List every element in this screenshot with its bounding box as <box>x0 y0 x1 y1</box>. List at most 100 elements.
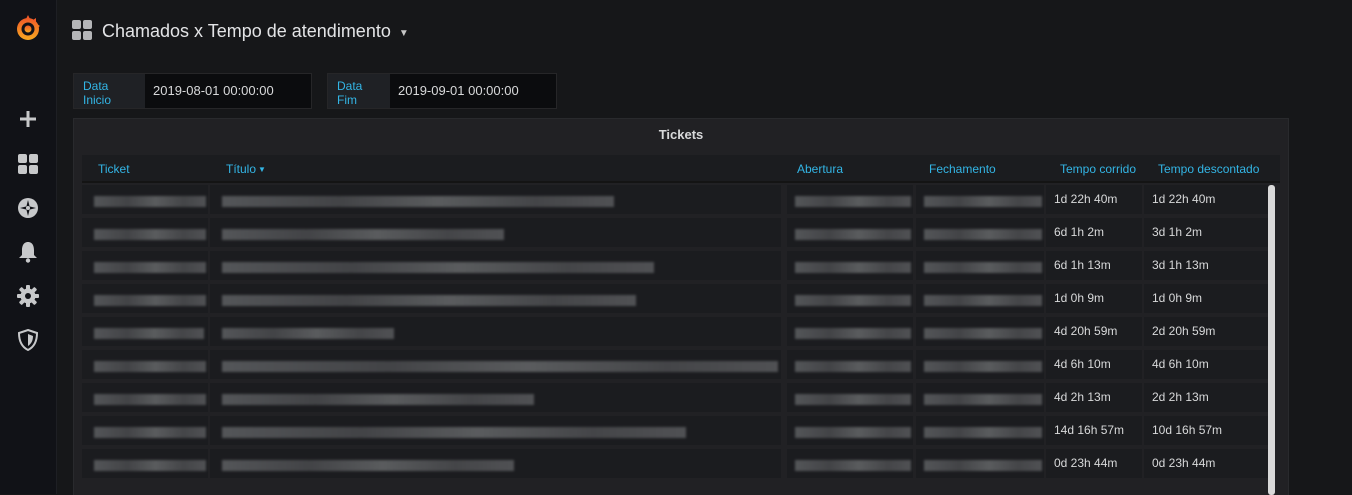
data-fim-input[interactable] <box>390 74 556 106</box>
cell-tempo-descontado: 3d 1h 13m <box>1144 251 1268 280</box>
column-header-titulo[interactable]: Título ▼ <box>226 162 266 176</box>
redacted-text-blur <box>222 328 394 339</box>
panel-title[interactable]: Tickets <box>74 127 1288 142</box>
cell-abertura-redacted <box>787 185 913 214</box>
table-row[interactable]: 4d 20h 59m 2d 20h 59m <box>82 315 1268 348</box>
cell-fechamento-redacted <box>916 251 1044 280</box>
column-header-fechamento[interactable]: Fechamento <box>929 162 996 176</box>
cell-abertura-redacted <box>787 383 913 412</box>
cell-abertura-redacted <box>787 317 913 346</box>
cell-titulo-redacted <box>210 350 781 379</box>
redacted-text-blur <box>795 427 911 438</box>
cell-tempo-corrido: 6d 1h 13m <box>1046 251 1142 280</box>
redacted-text-blur <box>795 229 911 240</box>
redacted-text-blur <box>795 361 911 372</box>
redacted-text-blur <box>795 196 911 207</box>
redacted-text-blur <box>795 295 911 306</box>
cell-tempo-corrido: 0d 23h 44m <box>1046 449 1142 478</box>
redacted-text-blur <box>94 295 206 306</box>
redacted-text-blur <box>924 196 1042 207</box>
cell-fechamento-redacted <box>916 185 1044 214</box>
caret-down-icon[interactable]: ▼ <box>399 28 409 39</box>
cell-ticket-redacted <box>82 416 208 445</box>
cell-ticket-redacted <box>82 449 208 478</box>
redacted-text-blur <box>795 328 911 339</box>
redacted-text-blur <box>222 262 654 273</box>
redacted-text-blur <box>924 328 1042 339</box>
redacted-text-blur <box>795 262 911 273</box>
cell-tempo-descontado: 3d 1h 2m <box>1144 218 1268 247</box>
cell-ticket-redacted <box>82 284 208 313</box>
cell-fechamento-redacted <box>916 416 1044 445</box>
table-row[interactable]: 0d 23h 44m 0d 23h 44m <box>82 447 1268 480</box>
cell-ticket-redacted <box>82 218 208 247</box>
redacted-text-blur <box>924 262 1042 273</box>
redacted-text-blur <box>222 460 514 471</box>
redacted-text-blur <box>795 394 911 405</box>
server-admin-shield-icon[interactable] <box>14 326 42 354</box>
redacted-text-blur <box>94 460 206 471</box>
grafana-logo-icon[interactable] <box>14 14 42 42</box>
cell-fechamento-redacted <box>916 383 1044 412</box>
table-row[interactable]: 6d 1h 13m 3d 1h 13m <box>82 249 1268 282</box>
redacted-text-blur <box>222 361 778 372</box>
cell-titulo-redacted <box>210 251 781 280</box>
cell-titulo-redacted <box>210 284 781 313</box>
table-row[interactable]: 4d 2h 13m 2d 2h 13m <box>82 381 1268 414</box>
cell-abertura-redacted <box>787 251 913 280</box>
cell-fechamento-redacted <box>916 350 1044 379</box>
variable-data-inicio: Data Inicio <box>73 73 312 109</box>
explore-compass-icon[interactable] <box>14 194 42 222</box>
column-header-tempo-corrido[interactable]: Tempo corrido <box>1060 162 1136 176</box>
cell-tempo-descontado: 10d 16h 57m <box>1144 416 1268 445</box>
redacted-text-blur <box>222 229 504 240</box>
cell-ticket-redacted <box>82 251 208 280</box>
cell-tempo-corrido: 14d 16h 57m <box>1046 416 1142 445</box>
data-inicio-input[interactable] <box>145 74 311 106</box>
cell-abertura-redacted <box>787 284 913 313</box>
redacted-text-blur <box>94 262 206 273</box>
data-fim-label: Data Fim <box>328 74 390 108</box>
cell-tempo-corrido: 1d 0h 9m <box>1046 284 1142 313</box>
alerting-bell-icon[interactable] <box>14 238 42 266</box>
column-header-ticket[interactable]: Ticket <box>98 162 130 176</box>
cell-tempo-corrido: 1d 22h 40m <box>1046 185 1142 214</box>
redacted-text-blur <box>222 427 686 438</box>
column-header-tempo-descontado[interactable]: Tempo descontado <box>1158 162 1259 176</box>
data-inicio-label: Data Inicio <box>74 74 145 108</box>
cell-tempo-descontado: 1d 0h 9m <box>1144 284 1268 313</box>
table-row[interactable]: 14d 16h 57m 10d 16h 57m <box>82 414 1268 447</box>
redacted-text-blur <box>222 394 534 405</box>
cell-titulo-redacted <box>210 218 781 247</box>
redacted-text-blur <box>924 361 1042 372</box>
redacted-text-blur <box>222 295 636 306</box>
side-menu <box>0 0 57 494</box>
dashboard-title[interactable]: Chamados x Tempo de atendimento <box>102 21 391 42</box>
redacted-text-blur <box>94 229 206 240</box>
cell-abertura-redacted <box>787 416 913 445</box>
redacted-text-blur <box>222 196 614 207</box>
table-row[interactable]: 1d 0h 9m 1d 0h 9m <box>82 282 1268 315</box>
table-row[interactable]: 4d 6h 10m 4d 6h 10m <box>82 348 1268 381</box>
cell-titulo-redacted <box>210 317 781 346</box>
variable-data-fim: Data Fim <box>327 73 557 109</box>
cell-tempo-descontado: 2d 20h 59m <box>1144 317 1268 346</box>
scrollbar-thumb[interactable] <box>1268 185 1275 495</box>
table-row[interactable]: 6d 1h 2m 3d 1h 2m <box>82 216 1268 249</box>
table-scrollbar[interactable] <box>1268 185 1275 495</box>
cell-fechamento-redacted <box>916 449 1044 478</box>
cell-ticket-redacted <box>82 185 208 214</box>
cell-ticket-redacted <box>82 317 208 346</box>
dashboards-grid-icon[interactable] <box>14 150 42 178</box>
redacted-text-blur <box>924 427 1042 438</box>
redacted-text-blur <box>924 394 1042 405</box>
table-row[interactable]: 1d 22h 40m 1d 22h 40m <box>82 183 1268 216</box>
table-header: Ticket Título ▼ Abertura Fechamento Tempo… <box>82 155 1280 183</box>
cell-ticket-redacted <box>82 383 208 412</box>
column-header-abertura[interactable]: Abertura <box>797 162 843 176</box>
configuration-gear-icon[interactable] <box>14 282 42 310</box>
cell-fechamento-redacted <box>916 317 1044 346</box>
plus-icon[interactable] <box>14 105 42 133</box>
cell-titulo-redacted <box>210 185 781 214</box>
cell-abertura-redacted <box>787 449 913 478</box>
